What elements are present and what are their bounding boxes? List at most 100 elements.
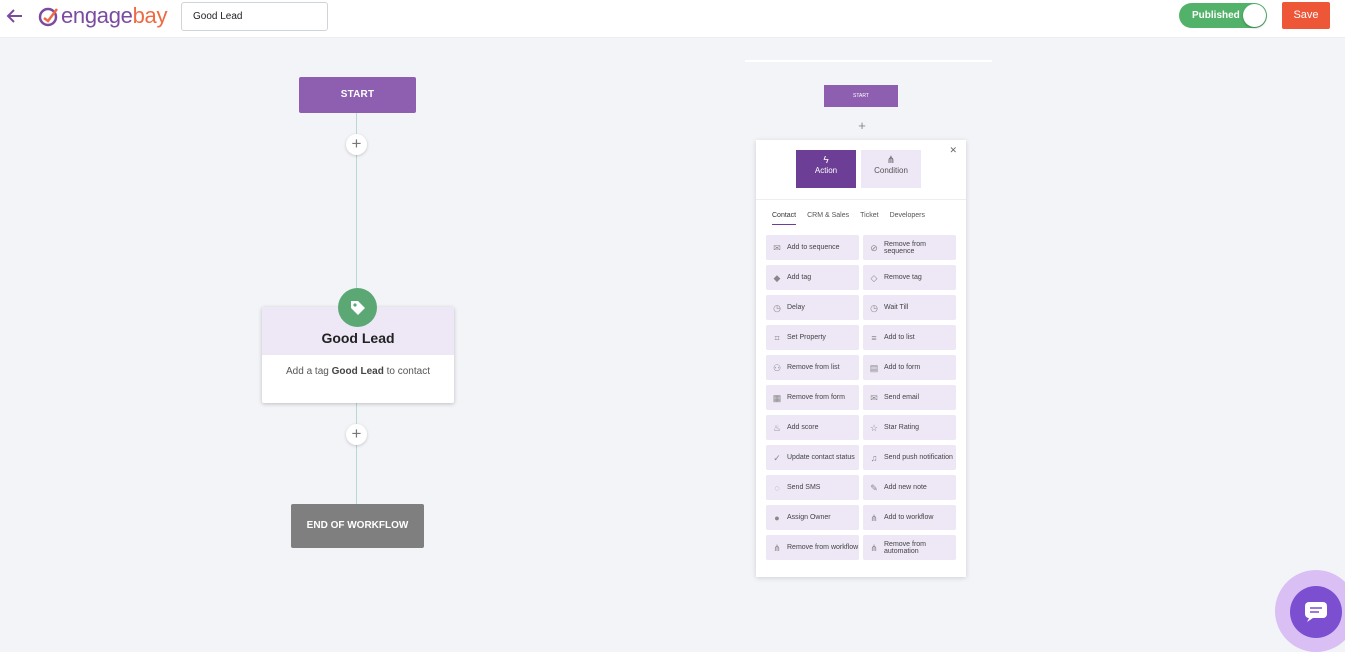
action-item-label: Send push notification <box>884 454 953 461</box>
end-of-workflow-node: END OF WORKFLOW <box>291 504 424 548</box>
action-item[interactable]: ⋔ Remove from automation <box>863 535 956 560</box>
user-remove-icon: ⚇ <box>772 362 782 373</box>
envelope-icon: ✉ <box>773 242 781 253</box>
clock-icon: ◷ <box>870 302 878 313</box>
tab-ticket[interactable]: Ticket <box>860 212 878 225</box>
action-item-label: Remove from form <box>787 394 845 401</box>
action-item[interactable]: ✉ Send email <box>863 385 956 410</box>
action-item-label: Add new note <box>884 484 927 491</box>
tag-icon: ◆ <box>773 272 781 283</box>
action-item-label: Set Property <box>787 334 826 341</box>
action-item[interactable]: ⌗ Set Property <box>766 325 859 350</box>
tab-developers[interactable]: Developers <box>890 212 925 225</box>
node-description: Add a tag Good Lead to contact <box>286 366 430 377</box>
action-item[interactable]: ✉ Add to sequence <box>766 235 859 260</box>
action-item[interactable]: ◌ Send SMS <box>766 475 859 500</box>
action-item-label: Update contact status <box>787 454 855 461</box>
tag-icon <box>338 288 377 327</box>
action-item[interactable]: ♨ Add score <box>766 415 859 440</box>
eraser-icon: ◇ <box>870 272 878 283</box>
condition-type-button[interactable]: ⋔ Condition <box>861 150 921 188</box>
action-item-label: Add to sequence <box>787 244 840 251</box>
back-arrow-icon[interactable] <box>6 7 26 27</box>
chat-icon[interactable] <box>1290 586 1342 638</box>
sitemap-icon: ⋔ <box>870 542 878 553</box>
divider <box>745 60 992 62</box>
action-item[interactable]: ▦ Remove from form <box>766 385 859 410</box>
tab-crm-sales[interactable]: CRM & Sales <box>807 212 849 225</box>
action-item-label: Star Rating <box>884 424 920 431</box>
add-step-plus-icon[interactable]: + <box>346 134 367 155</box>
action-item-label: Remove tag <box>884 274 922 281</box>
action-item-label: Add to form <box>884 364 921 371</box>
action-item[interactable]: ⋔ Remove from workflow <box>766 535 859 560</box>
top-bar: engagebay Published Save <box>0 0 1345 38</box>
clock-icon: ◷ <box>773 302 781 313</box>
note-edit-icon: ✎ <box>870 482 878 493</box>
action-item-label: Remove from automation <box>884 540 927 555</box>
action-item-label: Send email <box>884 394 920 401</box>
action-item[interactable]: ✎ Add new note <box>863 475 956 500</box>
action-type-button[interactable]: ϟ Action <box>796 150 856 188</box>
branch-icon: ⋔ <box>886 155 896 166</box>
crop-icon: ⌗ <box>774 332 780 343</box>
action-item[interactable]: ☆ Star Rating <box>863 415 956 440</box>
action-item[interactable]: ⊘ Remove from sequence <box>863 235 956 260</box>
divider <box>756 199 966 200</box>
logo-text: engagebay <box>61 3 168 28</box>
action-item[interactable]: ≡ Add to list <box>863 325 956 350</box>
remove-sequence-icon: ⊘ <box>870 242 878 253</box>
action-item[interactable]: ◷ Delay <box>766 295 859 320</box>
action-item[interactable]: ⚇ Remove from list <box>766 355 859 380</box>
engagebay-logo[interactable]: engagebay <box>38 3 168 28</box>
add-step-plus-icon[interactable]: + <box>346 424 367 445</box>
action-item[interactable]: ● Assign Owner <box>766 505 859 530</box>
action-item-label: Add score <box>787 424 819 431</box>
calendar-remove-icon: ▦ <box>772 392 782 403</box>
sitemap-icon: ⋔ <box>870 512 878 523</box>
form-icon: ▤ <box>869 362 879 373</box>
action-item[interactable]: ◆ Add tag <box>766 265 859 290</box>
sitemap-icon: ⋔ <box>773 542 781 553</box>
action-picker-panel: ✕ ϟ Action ⋔ Condition Contact CRM & Sal… <box>756 140 966 577</box>
published-label: Published <box>1192 10 1240 21</box>
action-grid: ✉ Add to sequence ⊘ Remove from sequence ◆ Ad… <box>766 235 956 560</box>
action-item-label: Add to workflow <box>884 514 934 521</box>
action-item[interactable]: ✓ Update contact status <box>766 445 859 470</box>
action-item-label: Send SMS <box>787 484 821 491</box>
category-tabs: Contact CRM & Sales Ticket Developers <box>772 212 936 225</box>
add-step-plus-icon[interactable]: + <box>856 119 868 132</box>
user-icon: ● <box>774 512 780 523</box>
save-button[interactable]: Save <box>1282 2 1330 29</box>
action-item-label: Remove from workflow <box>787 544 859 551</box>
tab-contact[interactable]: Contact <box>772 212 797 225</box>
start-node[interactable]: START <box>299 77 416 113</box>
action-item-label: Delay <box>787 304 805 311</box>
action-item[interactable]: ◇ Remove tag <box>863 265 956 290</box>
logo-mark-icon <box>38 7 58 27</box>
action-label: Action <box>814 166 838 175</box>
action-item[interactable]: ▤ Add to form <box>863 355 956 380</box>
action-item-label: Remove from list <box>787 364 840 371</box>
workflow-canvas: START + Good Lead Add a tag Good Lead to… <box>0 38 1345 652</box>
preview-start-node: START <box>824 85 898 107</box>
chat-widget[interactable] <box>1275 570 1345 652</box>
action-item[interactable]: ♫ Send push notification <box>863 445 956 470</box>
bell-icon: ♫ <box>870 452 878 463</box>
workflow-name-input[interactable] <box>181 2 328 31</box>
action-item[interactable]: ◷ Wait Till <box>863 295 956 320</box>
star-icon: ☆ <box>869 422 879 433</box>
action-item-label: Remove from sequence <box>884 240 927 255</box>
connector-line <box>356 403 357 504</box>
action-item-label: Assign Owner <box>787 514 831 521</box>
close-icon[interactable]: ✕ <box>949 145 957 156</box>
chat-bubble-icon: ◌ <box>774 482 780 493</box>
envelope-icon: ✉ <box>870 392 878 403</box>
flame-icon: ♨ <box>772 422 782 433</box>
action-item-label: Add to list <box>884 334 915 341</box>
action-item-label: Add tag <box>787 274 812 281</box>
published-toggle[interactable]: Published <box>1179 3 1267 28</box>
check-circle-icon: ✓ <box>773 452 781 463</box>
action-item[interactable]: ⋔ Add to workflow <box>863 505 956 530</box>
condition-label: Condition <box>874 166 908 175</box>
